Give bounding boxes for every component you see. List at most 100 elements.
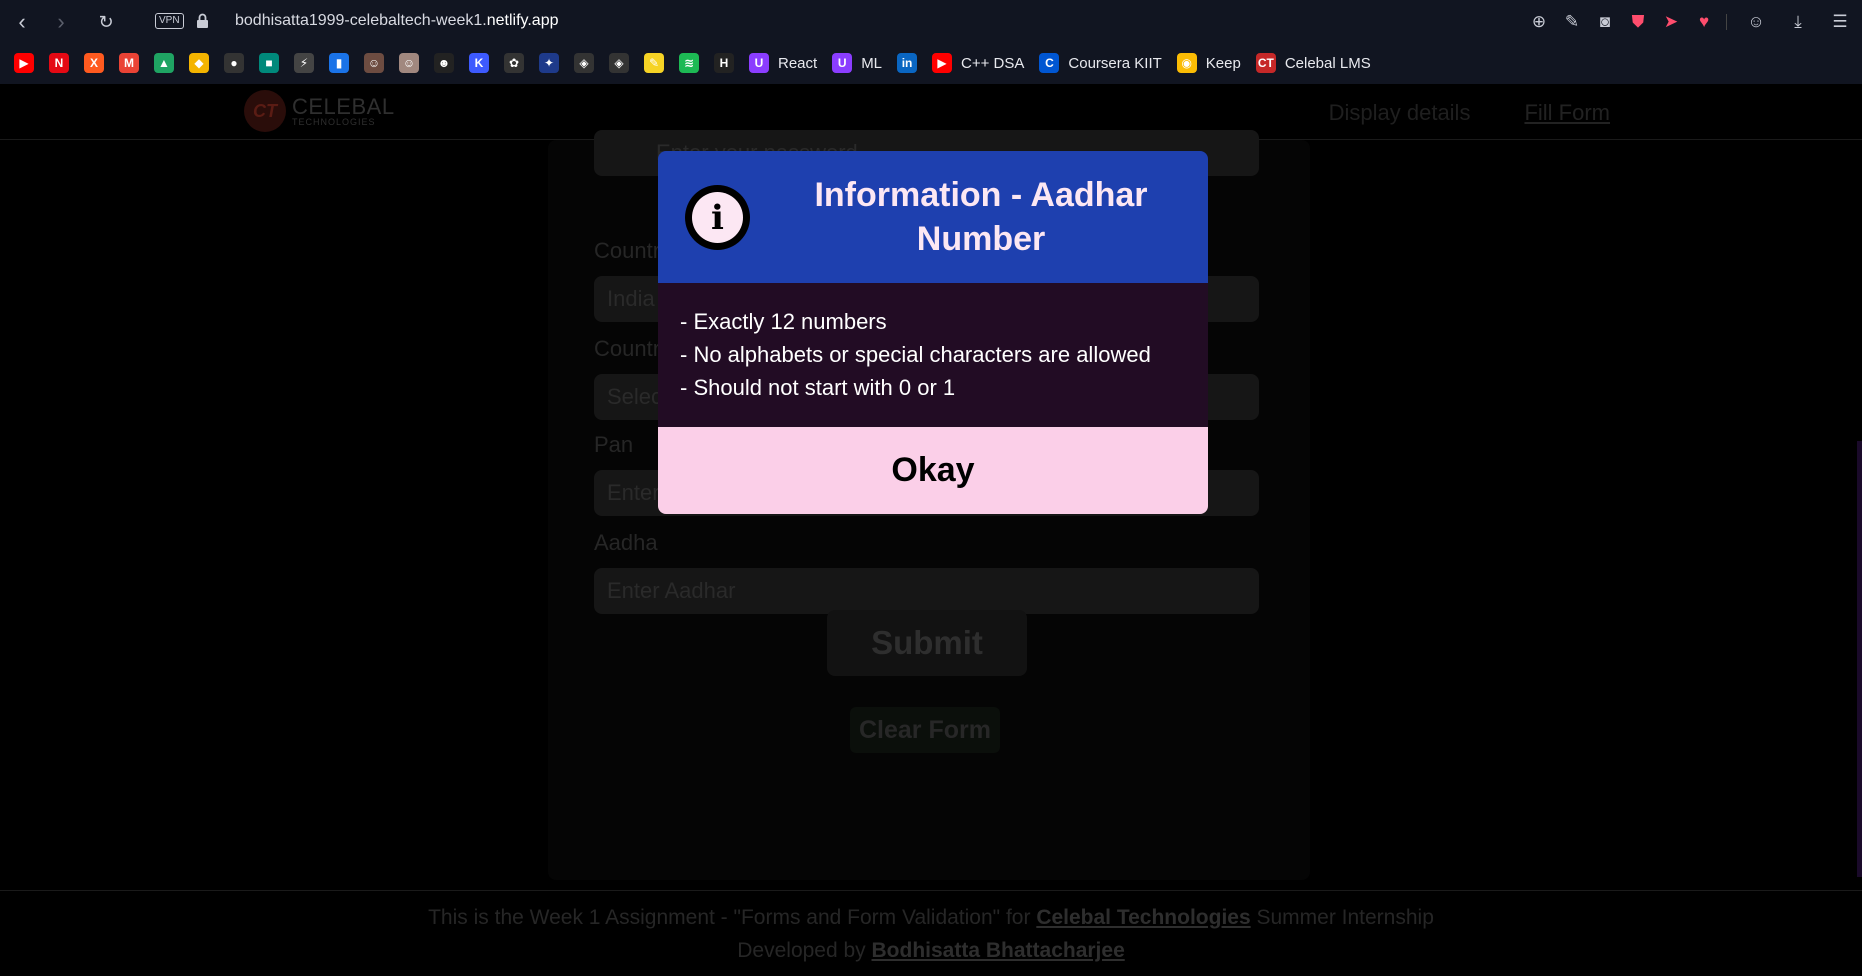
bookmark-item[interactable]: M bbox=[119, 50, 139, 76]
country-select-value: Selec bbox=[607, 384, 663, 409]
bookmark-item[interactable]: N bbox=[49, 50, 69, 76]
submit-button[interactable]: Submit bbox=[827, 610, 1027, 676]
menu-icon[interactable]: ☰ bbox=[1828, 10, 1852, 34]
bookmark-label: ML bbox=[861, 54, 883, 72]
url-domain: netlify.app bbox=[486, 12, 559, 29]
heart-icon[interactable]: ♥ bbox=[1692, 10, 1716, 34]
send-icon[interactable]: ➤ bbox=[1659, 10, 1683, 34]
chatgpt-icon: ✿ bbox=[504, 53, 524, 73]
profile-1-icon: ☺ bbox=[364, 53, 384, 73]
nav-fill-form[interactable]: Fill Form bbox=[1524, 100, 1610, 126]
aadhar-field[interactable]: Enter Aadhar bbox=[594, 568, 1259, 614]
bookmark-item[interactable]: ◈ bbox=[609, 50, 629, 76]
bookmark-item[interactable]: ✎ bbox=[644, 50, 664, 76]
rule-item: - Exactly 12 numbers bbox=[680, 309, 887, 334]
bookmark-label: Keep bbox=[1205, 54, 1241, 72]
bookmark-label: Celebal LMS bbox=[1284, 54, 1371, 72]
nav-display-details[interactable]: Display details bbox=[1329, 100, 1471, 126]
spotify-icon: ≋ bbox=[679, 53, 699, 73]
keep-icon: ◉ bbox=[1176, 53, 1197, 73]
gemini-icon: ✦ bbox=[539, 53, 559, 73]
bookmark-item[interactable]: ▮ bbox=[329, 50, 349, 76]
sticky-icon: ✎ bbox=[644, 53, 664, 73]
bookmark-item[interactable]: ▶ bbox=[14, 50, 34, 76]
clear-form-button[interactable]: Clear Form bbox=[850, 707, 1000, 753]
modal-body: - Exactly 12 numbers - No alphabets or s… bbox=[658, 283, 1208, 427]
aadhar-placeholder: Enter Aadhar bbox=[607, 578, 736, 603]
meet-icon: ■ bbox=[259, 53, 279, 73]
info-icon: i bbox=[685, 185, 750, 250]
unity-icon: ◈ bbox=[574, 53, 594, 73]
logo-tagline: Technologies bbox=[292, 116, 376, 127]
logo-mark: CT bbox=[244, 90, 286, 132]
celebal-link[interactable]: Celebal Technologies bbox=[1036, 906, 1250, 929]
bookmark-item[interactable]: ■ bbox=[259, 50, 279, 76]
bookmark-item[interactable]: ☺ bbox=[399, 50, 419, 76]
bookmark-item[interactable]: ☻ bbox=[434, 50, 454, 76]
bookmark-item[interactable]: ◆ bbox=[189, 50, 209, 76]
site-footer: This is the Week 1 Assignment - "Forms a… bbox=[0, 890, 1862, 976]
drive-icon: ▲ bbox=[154, 53, 174, 73]
bookmark-item[interactable]: in bbox=[897, 50, 918, 76]
photos-icon: ◆ bbox=[189, 53, 209, 73]
footer-text-1: This is the Week 1 Assignment - "Forms a… bbox=[428, 906, 1037, 929]
bookmark-label: C++ DSA bbox=[961, 54, 1025, 72]
youtube-icon: ▶ bbox=[14, 53, 34, 73]
bookmark-item[interactable]: U React bbox=[749, 50, 817, 76]
bookmark-item[interactable]: ● bbox=[224, 50, 244, 76]
okay-button[interactable]: Okay bbox=[658, 427, 1208, 514]
bookmark-item[interactable]: ⚡ bbox=[294, 50, 314, 76]
zoom-icon[interactable]: ⊕ bbox=[1527, 10, 1551, 34]
bookmark-item[interactable]: ◉ Keep bbox=[1176, 50, 1241, 76]
toolbar-icons: ⊕ ✎ ◙ ⛊ ➤ ♥ ☺ ⤓ ☰ bbox=[1518, 10, 1862, 34]
kotlin-icon: K bbox=[469, 53, 489, 73]
rule-item: - No alphabets or special characters are… bbox=[680, 342, 1151, 367]
pan-placeholder: Enter bbox=[607, 480, 660, 505]
toolbar-separator bbox=[1726, 14, 1727, 30]
info-modal: i Information - Aadhar Number - Exactly … bbox=[658, 151, 1208, 514]
pan-label: Pan bbox=[594, 432, 634, 457]
bookmark-item[interactable]: H bbox=[714, 50, 734, 76]
footer-line-2: Developed by Bodhisatta Bhattacharjee bbox=[0, 934, 1862, 967]
smiley-icon: ☻ bbox=[434, 53, 454, 73]
vpn-badge[interactable]: VPN bbox=[155, 13, 184, 29]
bookmark-item[interactable]: ▶ C++ DSA bbox=[932, 50, 1024, 76]
bookmark-item[interactable]: ✿ bbox=[504, 50, 524, 76]
modal-title: Information - Aadhar Number bbox=[814, 176, 1148, 258]
reload-icon[interactable]: ↻ bbox=[93, 9, 119, 35]
author-link[interactable]: Bodhisatta Bhattacharjee bbox=[872, 939, 1125, 962]
country-value: India bbox=[607, 286, 655, 311]
footer-text-3: Developed by bbox=[737, 939, 872, 962]
bookmark-item[interactable]: U ML bbox=[832, 50, 882, 76]
shield-icon[interactable]: ⛊ bbox=[1626, 10, 1650, 34]
bookmark-item[interactable]: ≋ bbox=[679, 50, 699, 76]
celebal-logo[interactable]: CT Celebal Technologies bbox=[244, 90, 395, 132]
bookmark-item[interactable]: K bbox=[469, 50, 489, 76]
bookmark-item[interactable]: ◈ bbox=[574, 50, 594, 76]
edit-icon[interactable]: ✎ bbox=[1560, 10, 1584, 34]
country-label: Countr bbox=[594, 238, 661, 263]
bookmark-item[interactable]: ▲ bbox=[154, 50, 174, 76]
bookmark-item[interactable]: ✦ bbox=[539, 50, 559, 76]
modal-header: i Information - Aadhar Number bbox=[658, 151, 1208, 283]
site-nav: Display details Fill Form bbox=[1275, 100, 1610, 126]
bookmark-item[interactable]: X bbox=[84, 50, 104, 76]
github-icon: ● bbox=[224, 53, 244, 73]
bookmark-item[interactable]: ☺ bbox=[364, 50, 384, 76]
bookmark-item[interactable]: C Coursera KIIT bbox=[1039, 50, 1162, 76]
footer-text-2: Summer Internship bbox=[1250, 906, 1434, 929]
lock-icon[interactable] bbox=[196, 13, 209, 29]
profile-icon[interactable]: ☺ bbox=[1744, 10, 1768, 34]
camera-icon[interactable]: ◙ bbox=[1593, 10, 1617, 34]
feather-icon: ⚡ bbox=[294, 53, 314, 73]
netflix-icon: N bbox=[49, 53, 69, 73]
bookmark-item[interactable]: CT Celebal LMS bbox=[1255, 50, 1371, 76]
download-icon[interactable]: ⤓ bbox=[1786, 10, 1810, 34]
celebal-icon: CT bbox=[1255, 53, 1276, 73]
bookmark-label: React bbox=[778, 54, 818, 72]
scrollbar-thumb[interactable] bbox=[1857, 441, 1862, 877]
back-icon[interactable]: ‹ bbox=[9, 9, 35, 35]
address-bar[interactable]: bodhisatta1999-celebaltech-week1.netlify… bbox=[235, 12, 558, 30]
gmail-icon: M bbox=[119, 53, 139, 73]
forward-icon[interactable]: › bbox=[48, 9, 74, 35]
